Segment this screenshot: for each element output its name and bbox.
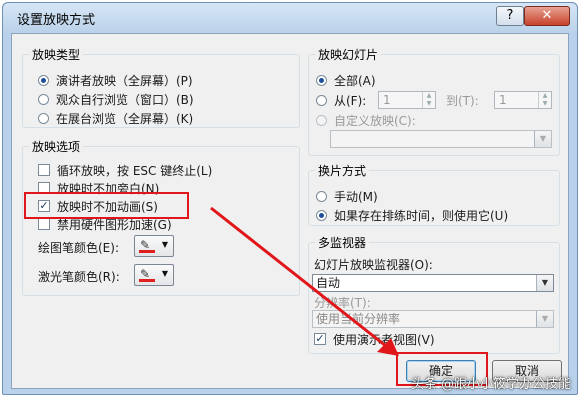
custom-show-select[interactable]: ▼ (330, 130, 552, 148)
checkbox-disable-hw-accel-box[interactable] (38, 218, 50, 230)
help-button[interactable]: ? (496, 6, 524, 26)
radio-all-slides-label: 全部(A) (334, 73, 376, 88)
radio-kiosk-indicator[interactable] (38, 112, 49, 124)
from-slide-spinner[interactable]: 1 ▲ ▼ (378, 91, 436, 109)
radio-all-slides-indicator[interactable] (316, 74, 327, 86)
show-options-legend: 放映选项 (32, 140, 81, 154)
radio-manual[interactable]: 手动(M) (316, 188, 378, 204)
chevron-down-icon: ▼ (161, 269, 168, 278)
radio-all-slides[interactable]: 全部(A) (316, 72, 376, 88)
radio-audience-indicator[interactable] (38, 93, 49, 105)
chevron-down-icon[interactable]: ▼ (536, 275, 553, 291)
laser-color-swatch (139, 279, 155, 282)
checkbox-loop[interactable]: 循环放映，按 ESC 键终止(L) (38, 162, 212, 178)
radio-from-slides-label: 从(F): (334, 93, 367, 108)
radio-custom-show[interactable]: 自定义放映(C): (316, 112, 416, 128)
spinner-arrows-icon[interactable]: ▲ ▼ (422, 92, 435, 108)
pen-color-label: 绘图笔颜色(E): (38, 240, 119, 255)
dialog-title: 设置放映方式 (17, 13, 96, 28)
to-slide-spinner[interactable]: 1 ▲ ▼ (494, 91, 552, 109)
laser-color-button[interactable]: ✎ ▼ (134, 264, 174, 286)
dialog-body: 放映类型 演讲者放映（全屏幕）(P) 观众自行浏览（窗口）(B) 在展台浏览（全… (11, 33, 569, 389)
radio-kiosk-label: 在展台浏览（全屏幕）(K) (56, 111, 194, 126)
radio-from-slides-indicator[interactable] (316, 94, 327, 106)
radio-kiosk[interactable]: 在展台浏览（全屏幕）(K) (38, 110, 193, 126)
close-button[interactable]: ✕ (524, 6, 570, 26)
dialog-window: 设置放映方式 ? ✕ 放映类型 演讲者放映（全屏幕）(P) 观众自行浏览（窗口）… (2, 2, 578, 395)
radio-manual-label: 手动(M) (334, 189, 378, 204)
laser-color-label: 激光笔颜色(R): (38, 269, 120, 284)
chevron-down-icon: ▼ (161, 240, 168, 249)
from-slide-value: 1 (383, 93, 391, 107)
pen-color-button[interactable]: ✎ ▼ (134, 235, 174, 257)
radio-audience[interactable]: 观众自行浏览（窗口）(B) (38, 91, 194, 107)
chevron-down-icon[interactable]: ▼ (534, 131, 551, 147)
pen-color-swatch (139, 250, 155, 253)
radio-audience-label: 观众自行浏览（窗口）(B) (56, 92, 194, 107)
radio-from-slides[interactable]: 从(F): (316, 92, 366, 108)
radio-presenter-label: 演讲者放映（全屏幕）(P) (56, 73, 193, 88)
to-slide-label: 到(T): (446, 93, 479, 108)
radio-custom-show-indicator[interactable] (316, 114, 327, 126)
advance-legend: 换片方式 (318, 164, 367, 178)
radio-presenter-indicator[interactable] (38, 74, 49, 86)
annotation-arrow (210, 206, 399, 356)
chevron-down-icon[interactable]: ▼ (536, 311, 553, 327)
title-bar: 设置放映方式 ? ✕ (3, 3, 577, 31)
arrow-shaft (210, 206, 392, 352)
radio-presenter[interactable]: 演讲者放映（全屏幕）(P) (38, 72, 193, 88)
spinner-arrows-icon[interactable]: ▲ ▼ (538, 92, 551, 108)
watermark-text: 头条 @跟小小筱学办公技能 (410, 377, 571, 392)
show-type-legend: 放映类型 (32, 48, 81, 62)
checkbox-loop-label: 循环放映，按 ESC 键终止(L) (57, 163, 213, 178)
radio-custom-show-label: 自定义放映(C): (334, 113, 416, 128)
slides-legend: 放映幻灯片 (318, 48, 379, 62)
to-slide-value: 1 (499, 93, 507, 107)
radio-manual-indicator[interactable] (316, 190, 327, 202)
highlight-box-no-animation (24, 192, 189, 219)
checkbox-loop-box[interactable] (38, 164, 50, 176)
